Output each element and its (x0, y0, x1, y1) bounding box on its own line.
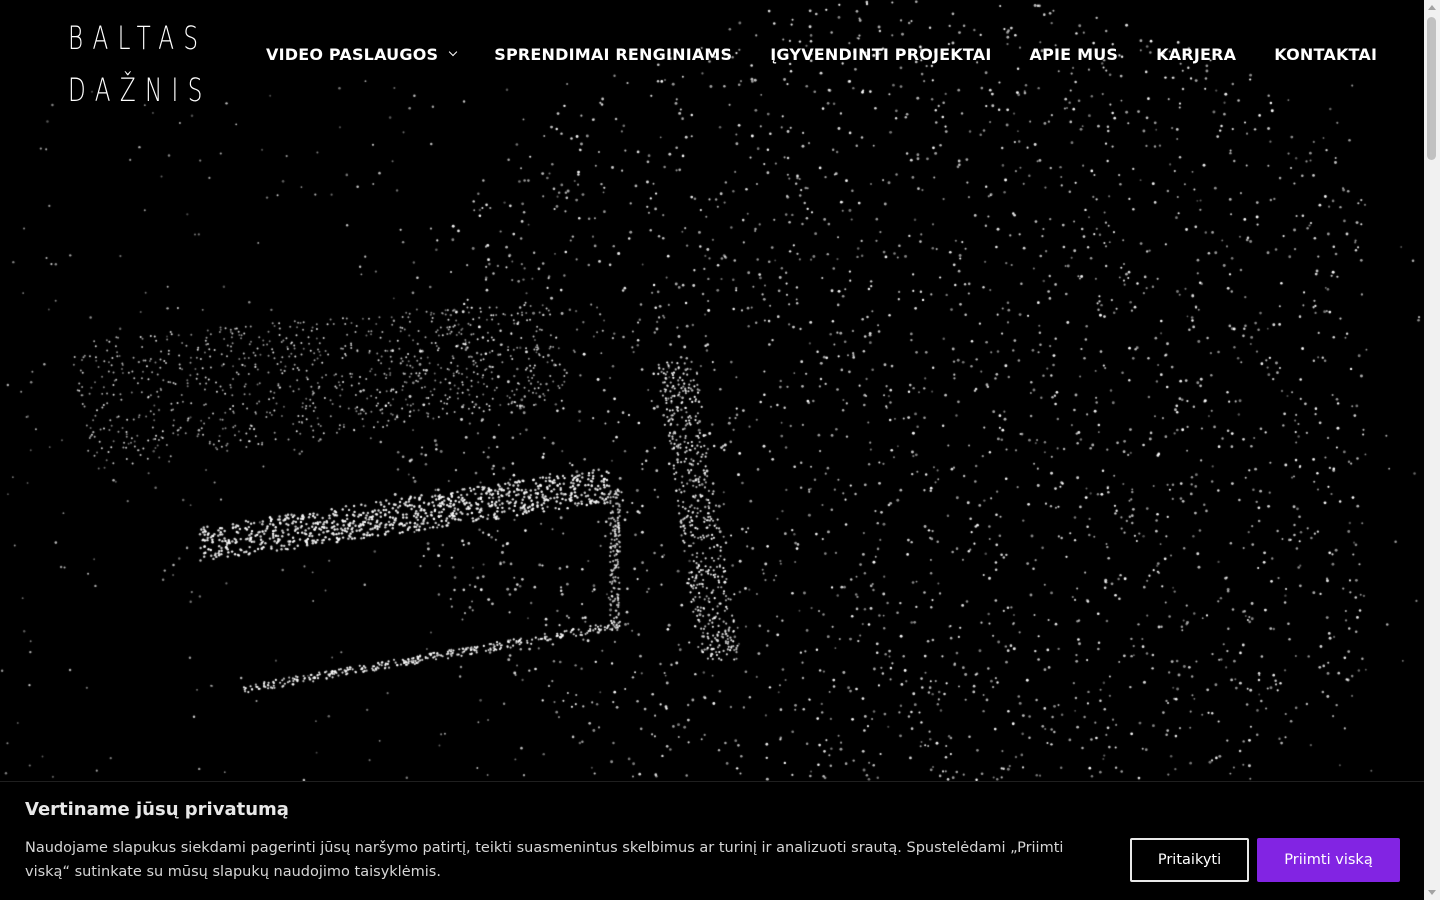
cookie-consent-banner: Vertiname jūsų privatumą Naudojame slapu… (0, 781, 1424, 900)
scrollbar-thumb[interactable] (1427, 17, 1436, 160)
page: BALTAS DAŽNIS VIDEO PASLAUGOS SPRENDIMAI… (0, 0, 1440, 900)
cookie-banner-text: Naudojame slapukus siekdami pagerinti jū… (25, 840, 1064, 880)
nav-item-label: KARJERA (1156, 44, 1237, 64)
cookie-banner-title: Vertiname jūsų privatumą (25, 799, 289, 820)
nav-item-igyvendinti-projektai[interactable]: ĮGYVENDINTI PROJEKTAI (770, 45, 991, 64)
chevron-down-icon (448, 47, 458, 57)
logo-line-1: BALTAS (68, 19, 208, 57)
nav-item-karjera[interactable]: KARJERA (1156, 45, 1236, 64)
nav-item-label: KONTAKTAI (1274, 44, 1378, 64)
nav-item-label: APIE MUS (1029, 44, 1119, 64)
nav-item-kontaktai[interactable]: KONTAKTAI (1274, 45, 1377, 64)
site-header: BALTAS DAŽNIS VIDEO PASLAUGOS SPRENDIMAI… (0, 0, 1424, 110)
scroll-up-arrow-icon[interactable] (1428, 5, 1436, 10)
nav-item-apie-mus[interactable]: APIE MUS (1030, 45, 1119, 64)
customize-cookies-button[interactable]: Pritaikyti (1130, 838, 1249, 882)
particle-hero-background (0, 0, 1424, 900)
nav-item-video-paslaugos[interactable]: VIDEO PASLAUGOS (266, 44, 458, 64)
logo[interactable]: BALTAS DAŽNIS (68, 12, 208, 116)
nav-item-sprendimai-renginiams[interactable]: SPRENDIMAI RENGINIAMS (494, 45, 732, 64)
logo-line-2: DAŽNIS (68, 71, 212, 109)
accept-all-cookies-button[interactable]: Priimti viską (1257, 838, 1400, 882)
nav-item-label: VIDEO PASLAUGOS (266, 44, 439, 64)
scroll-down-arrow-icon[interactable] (1428, 890, 1436, 895)
nav-item-label: SPRENDIMAI RENGINIAMS (494, 44, 733, 64)
main-nav: VIDEO PASLAUGOS SPRENDIMAI RENGINIAMS ĮG… (266, 43, 1377, 65)
vertical-scrollbar[interactable] (1424, 0, 1440, 900)
nav-item-label: ĮGYVENDINTI PROJEKTAI (770, 44, 992, 64)
